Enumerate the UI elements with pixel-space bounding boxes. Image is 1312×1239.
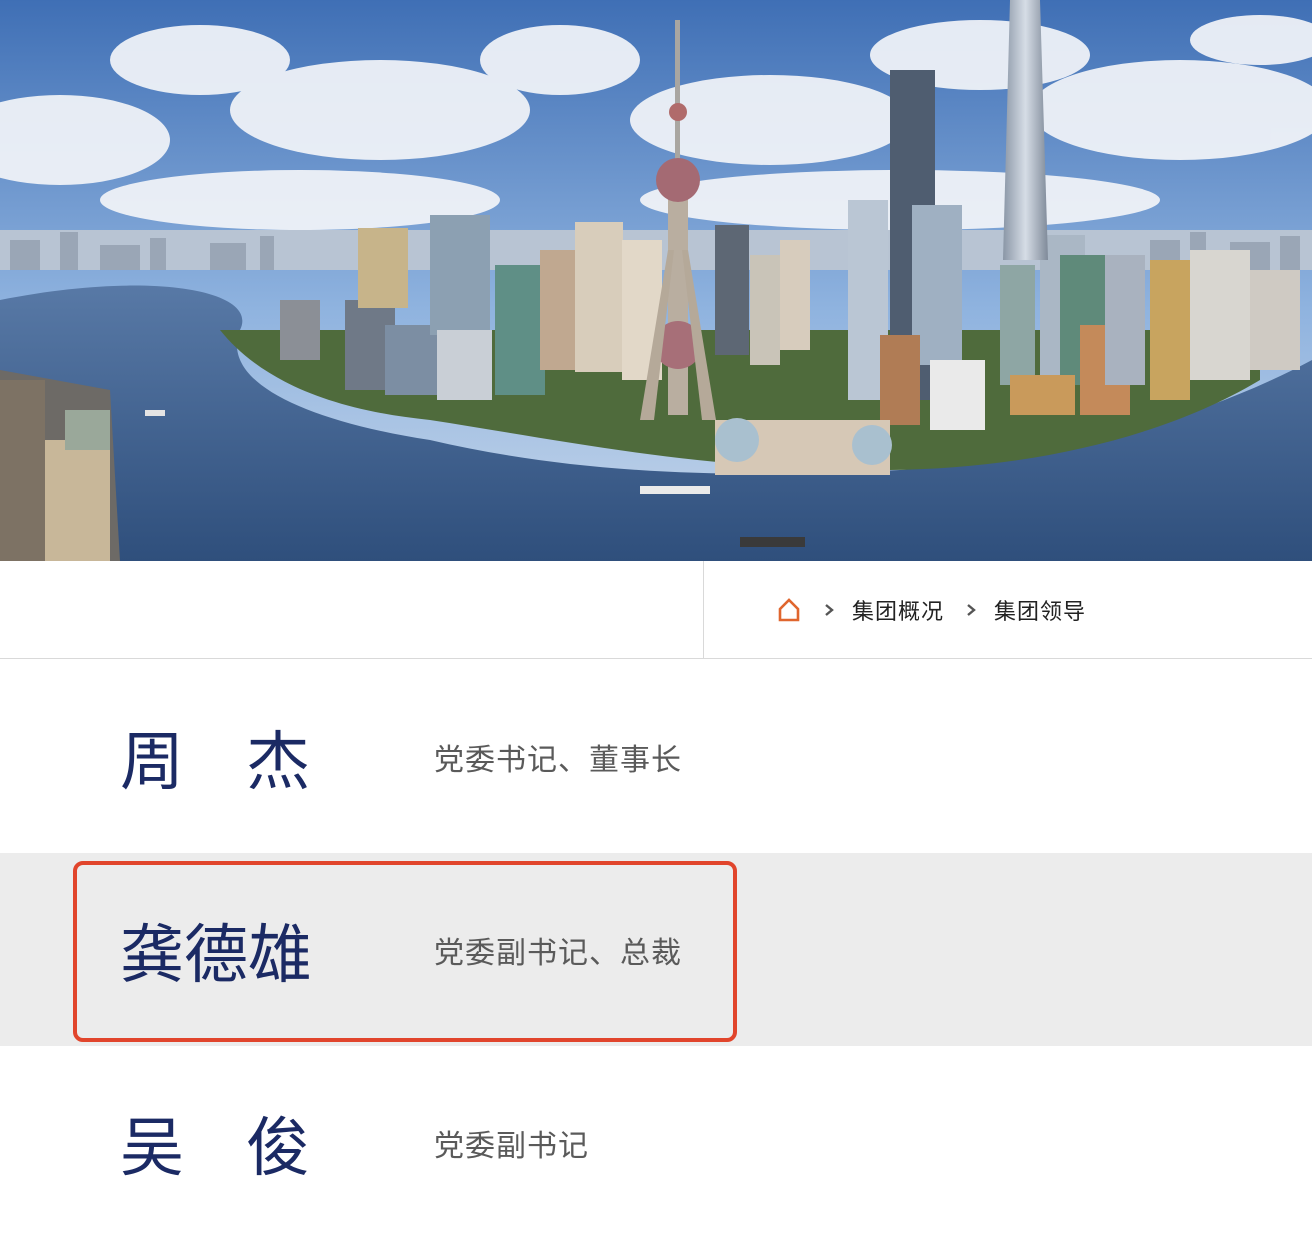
city-skyline-image — [0, 0, 1312, 561]
leader-name-char: 吴 — [120, 1111, 184, 1186]
leader-name: 龚德雄 — [120, 918, 312, 993]
leader-list: 周 杰 党委书记、董事长 龚德雄 党委副书记、总裁 吴 俊 党委副书记 — [0, 660, 1312, 1239]
breadcrumb: 集团概况 集团领导 — [776, 561, 1086, 659]
leader-title: 党委副书记、总裁 — [434, 935, 682, 971]
chevron-right-icon — [822, 603, 836, 617]
home-icon[interactable] — [776, 597, 802, 623]
chevron-right-icon — [964, 603, 978, 617]
leader-name: 周 杰 — [120, 711, 310, 803]
leader-name: 吴 俊 — [120, 1097, 310, 1189]
leader-title: 党委书记、董事长 — [434, 742, 682, 778]
divider — [703, 561, 704, 659]
breadcrumb-group-overview[interactable]: 集团概况 — [852, 594, 944, 626]
leader-title: 党委副书记 — [434, 1128, 589, 1164]
leader-row-selected[interactable]: 龚德雄 党委副书记、总裁 — [0, 853, 1312, 1046]
leader-name-char: 俊 — [246, 1111, 310, 1186]
leader-row[interactable]: 吴 俊 党委副书记 — [0, 1046, 1312, 1239]
leader-row[interactable]: 周 杰 党委书记、董事长 — [0, 660, 1312, 853]
hero-banner — [0, 0, 1312, 561]
leader-name-char: 杰 — [246, 725, 310, 800]
breadcrumb-current-page: 集团领导 — [994, 600, 1087, 625]
leader-name-char: 周 — [120, 725, 184, 800]
breadcrumb-bar: 集团概况 集团领导 — [0, 561, 1312, 659]
